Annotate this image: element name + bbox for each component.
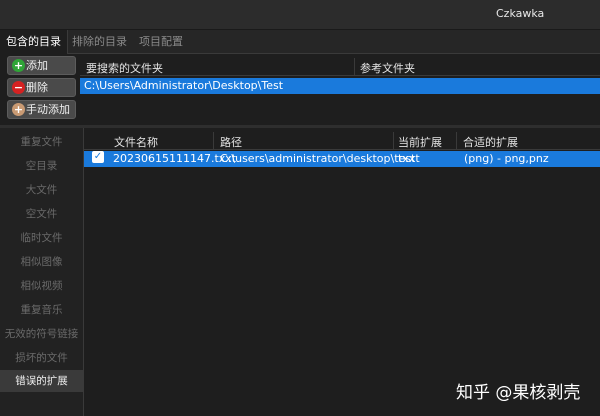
row-current-extension: txxt bbox=[398, 152, 420, 165]
tab-excluded-dirs[interactable]: 排除的目录 bbox=[66, 30, 133, 54]
plus-icon: + bbox=[12, 103, 25, 116]
column-path[interactable]: 路径 bbox=[220, 134, 242, 150]
sidebar-item-big-files[interactable]: 大文件 bbox=[0, 179, 83, 201]
tab-project-settings[interactable]: 项目配置 bbox=[133, 30, 189, 54]
tab-included-dirs[interactable]: 包含的目录 bbox=[0, 30, 68, 54]
add-directory-label: 添加 bbox=[26, 59, 48, 72]
sidebar-item-duplicate-music[interactable]: 重复音乐 bbox=[0, 299, 83, 321]
sidebar-item-invalid-symlinks[interactable]: 无效的符号链接 bbox=[0, 323, 83, 345]
remove-directory-label: 删除 bbox=[26, 81, 48, 94]
row-checkbox[interactable]: ✓ bbox=[92, 151, 104, 163]
minus-icon: − bbox=[12, 81, 25, 94]
manual-add-button[interactable]: + 手动添加 bbox=[7, 100, 76, 119]
directory-table: 要搜索的文件夹 参考文件夹 C:\Users\Administrator\Des… bbox=[80, 58, 600, 124]
add-directory-button[interactable]: + 添加 bbox=[7, 56, 76, 75]
column-reference-folder[interactable]: 参考文件夹 bbox=[360, 60, 415, 76]
directory-tabs: 包含的目录 排除的目录 项目配置 bbox=[0, 30, 600, 54]
row-path: C:\users\administrator\desktop\test bbox=[220, 152, 416, 165]
column-divider[interactable] bbox=[456, 132, 457, 150]
sidebar-item-temp-files[interactable]: 临时文件 bbox=[0, 227, 83, 249]
sidebar-item-empty-files[interactable]: 空文件 bbox=[0, 203, 83, 225]
sidebar-item-similar-videos[interactable]: 相似视频 bbox=[0, 275, 83, 297]
column-divider[interactable] bbox=[393, 132, 394, 150]
directory-panel: + 添加 − 删除 + 手动添加 要搜索的文件夹 参考文件夹 C:\Users\… bbox=[0, 54, 600, 124]
directory-path: C:\Users\Administrator\Desktop\Test bbox=[84, 79, 284, 92]
watermark: 知乎 @果核剥壳 bbox=[456, 383, 581, 403]
sidebar-item-broken-files[interactable]: 损坏的文件 bbox=[0, 347, 83, 369]
column-file-name[interactable]: 文件名称 bbox=[114, 134, 158, 150]
remove-directory-button[interactable]: − 删除 bbox=[7, 78, 76, 97]
column-proper-extension[interactable]: 合适的扩展 bbox=[463, 134, 518, 150]
row-proper-extension: (png) - png,pnz bbox=[464, 152, 549, 165]
plus-icon: + bbox=[12, 59, 25, 72]
title-bar: Czkawka bbox=[0, 0, 600, 30]
results-table: 文件名称 路径 当前扩展 合适的扩展 ✓ 20230615111147.txxt… bbox=[83, 128, 600, 416]
sidebar-item-bad-extensions[interactable]: 错误的扩展 bbox=[0, 370, 83, 392]
sidebar-item-similar-images[interactable]: 相似图像 bbox=[0, 251, 83, 273]
results-table-header: 文件名称 路径 当前扩展 合适的扩展 bbox=[84, 132, 600, 150]
sidebar-item-empty-dirs[interactable]: 空目录 bbox=[0, 155, 83, 177]
window-title: Czkawka bbox=[496, 7, 545, 20]
column-current-extension[interactable]: 当前扩展 bbox=[398, 134, 442, 150]
column-divider[interactable] bbox=[213, 132, 214, 150]
directory-row[interactable]: C:\Users\Administrator\Desktop\Test bbox=[80, 78, 600, 94]
manual-add-label: 手动添加 bbox=[26, 103, 70, 116]
column-divider[interactable] bbox=[354, 58, 355, 76]
column-search-folder[interactable]: 要搜索的文件夹 bbox=[86, 60, 163, 76]
tool-sidebar: 重复文件 空目录 大文件 空文件 临时文件 相似图像 相似视频 重复音乐 无效的… bbox=[0, 128, 83, 416]
sidebar-item-duplicate-files[interactable]: 重复文件 bbox=[0, 131, 83, 153]
row-file-name: 20230615111147.txxt bbox=[113, 152, 237, 165]
directory-table-header: 要搜索的文件夹 参考文件夹 bbox=[80, 58, 600, 76]
table-row[interactable]: ✓ 20230615111147.txxt C:\users\administr… bbox=[84, 151, 600, 167]
